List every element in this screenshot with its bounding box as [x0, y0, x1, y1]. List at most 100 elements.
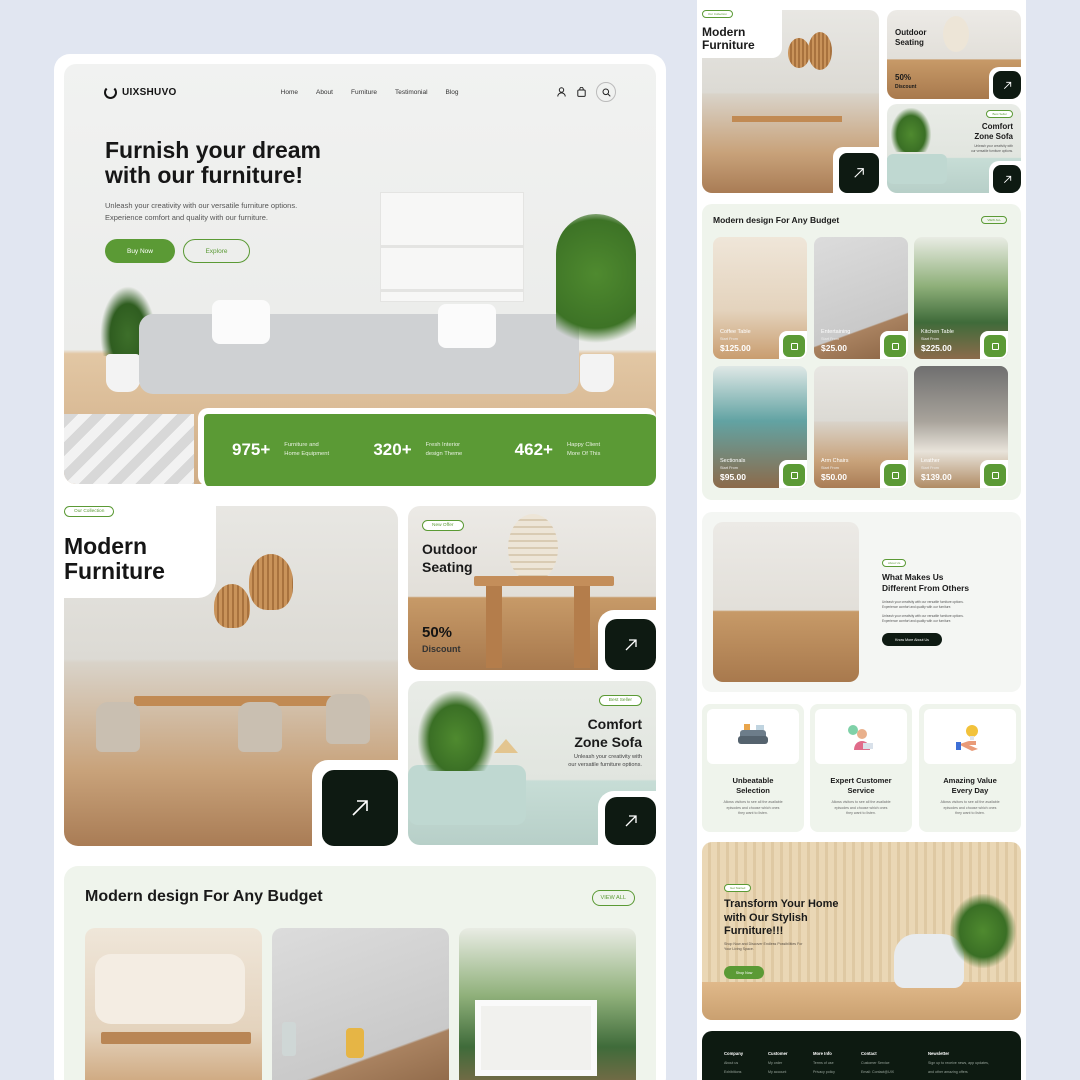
- discount-value: 50%: [422, 624, 453, 641]
- side-discount-label: Discount: [895, 84, 917, 90]
- product-from: Start From: [821, 466, 839, 470]
- side-comfort-subtitle: Unleash your creativity with our versati…: [971, 144, 1013, 153]
- arrow-up-right-icon: [625, 638, 637, 650]
- footer-link: Sign up to receive news, app updates,: [928, 1061, 989, 1065]
- footer-link[interactable]: Terms of use: [813, 1061, 835, 1065]
- arrow-button[interactable]: [605, 797, 656, 845]
- footer-link[interactable]: Customer Service: [861, 1061, 894, 1065]
- side-outdoor-title-line: Seating: [895, 37, 924, 47]
- nav-links: Home About Furniture Testimonial Blog: [281, 89, 459, 96]
- feature-text: Allows visitors to see all the available…: [723, 800, 783, 816]
- nav-link-home[interactable]: Home: [281, 89, 298, 96]
- card-notch: [880, 460, 908, 488]
- shop-now-button[interactable]: Shop Now: [724, 966, 764, 979]
- bag-icon: [991, 342, 999, 350]
- nav-link-testimonial[interactable]: Testimonial: [395, 89, 428, 96]
- side-view-all-button[interactable]: VIEW ALL: [981, 216, 1007, 224]
- user-icon[interactable]: [556, 87, 566, 97]
- budget-title: Modern design For Any Budget: [85, 888, 323, 905]
- add-to-cart-button[interactable]: [984, 464, 1006, 486]
- side-product-card[interactable]: Kitchen Table Start From $225.00: [914, 237, 1008, 359]
- stat-item: 462+ Happy Client More Of This: [515, 440, 656, 460]
- footer-link[interactable]: My account: [768, 1070, 788, 1074]
- comfort-title: Comfort Zone Sofa: [574, 715, 642, 751]
- side-comfort-card[interactable]: Best Seller Comfort Zone Sofa Unleash yo…: [887, 104, 1021, 193]
- view-all-button[interactable]: VIEW ALL: [591, 890, 635, 906]
- about-text: Unleash your creativity with our versati…: [882, 600, 964, 624]
- rug-image: [64, 414, 194, 484]
- chair-image: [326, 694, 370, 744]
- collection-title-line: Furniture: [64, 558, 165, 584]
- side-collection-title: Modern Furniture: [702, 26, 755, 52]
- footer-column: Contact Customer Service Email: Contact@…: [861, 1051, 894, 1074]
- feature-title: Amazing Value Every Day: [943, 776, 997, 795]
- window-image: [475, 1000, 597, 1076]
- nav-link-blog[interactable]: Blog: [446, 89, 459, 96]
- stat-label: Happy Client More Of This: [566, 442, 601, 457]
- add-to-cart-button[interactable]: [984, 335, 1006, 357]
- pendant-lamp-image: [788, 38, 810, 68]
- arrow-button[interactable]: [993, 71, 1021, 99]
- side-outdoor-card[interactable]: Outdoor Seating 50% Discount: [887, 10, 1021, 99]
- hero-subtitle-line: Experience comfort and quality with our …: [105, 213, 268, 222]
- side-product-card[interactable]: Leather Start From $139.00: [914, 366, 1008, 488]
- side-product-card[interactable]: Sectionals Start From $95.00: [713, 366, 807, 488]
- outdoor-seating-card[interactable]: New Offer Outdoor Seating 50% Discount: [408, 506, 656, 670]
- product-price: $225.00: [921, 343, 952, 353]
- bag-icon[interactable]: [576, 87, 586, 97]
- plant-pot-image: [106, 354, 140, 392]
- side-preview: Our Collection Modern Furniture Outdoor …: [697, 0, 1026, 1080]
- product-price: $25.00: [821, 343, 847, 353]
- pendant-lamp-image: [249, 554, 293, 610]
- arrow-button[interactable]: [993, 165, 1021, 193]
- add-to-cart-button[interactable]: [884, 335, 906, 357]
- search-button[interactable]: [596, 82, 616, 102]
- feature-text: Allows visitors to see all the available…: [831, 800, 891, 816]
- footer-link[interactable]: My order: [768, 1061, 788, 1065]
- know-more-button[interactable]: Know More About Us: [882, 633, 942, 646]
- add-to-cart-button[interactable]: [884, 464, 906, 486]
- bag-icon: [891, 471, 899, 479]
- comfort-subtitle: Unleash your creativity with our versati…: [568, 753, 642, 769]
- logo[interactable]: UIXSHUVO: [104, 85, 177, 99]
- footer-heading: More Info: [813, 1051, 832, 1056]
- product-card-kitchen-table[interactable]: [459, 928, 636, 1080]
- offer-tag: New Offer: [422, 520, 464, 531]
- cta-banner: Get Started Transform Your Home with Our…: [702, 842, 1021, 1020]
- nav-link-about[interactable]: About: [316, 89, 333, 96]
- footer-heading: Newsletter: [928, 1051, 950, 1056]
- arrow-button[interactable]: [322, 770, 398, 846]
- side-product-card[interactable]: Entertaining Start From $25.00: [814, 237, 908, 359]
- product-card-coffee-table[interactable]: [85, 928, 262, 1080]
- sofa-seat-image: [139, 314, 579, 394]
- sofa-image: [887, 154, 947, 184]
- plant-pot-image: [580, 354, 614, 392]
- arrow-button[interactable]: [605, 619, 656, 670]
- comfort-sofa-card[interactable]: Best Seller Comfort Zone Sofa Unleash yo…: [408, 681, 656, 845]
- nav-link-furniture[interactable]: Furniture: [351, 89, 377, 96]
- hero-title-line: Furnish your dream: [105, 137, 321, 163]
- cta-title: Transform Your Home with Our Stylish Fur…: [724, 898, 839, 939]
- stat-label: Fresh Interior design Theme: [425, 442, 463, 457]
- product-card-entertaining[interactable]: [272, 928, 449, 1080]
- footer-link[interactable]: Email: Contact@UIX: [861, 1070, 894, 1074]
- add-to-cart-button[interactable]: [783, 464, 805, 486]
- arrow-button[interactable]: [839, 153, 879, 193]
- side-product-card[interactable]: Arm Chairs Start From $50.00: [814, 366, 908, 488]
- product-from: Start From: [720, 466, 738, 470]
- product-from: Start From: [921, 466, 939, 470]
- hero-subtitle-line: Unleash your creativity with our versati…: [105, 201, 298, 210]
- footer-link[interactable]: Exhibitions: [724, 1070, 743, 1074]
- add-to-cart-button[interactable]: [783, 335, 805, 357]
- bench-leg-image: [574, 586, 590, 668]
- sofa-image: [95, 954, 245, 1024]
- footer-link[interactable]: Privacy policy: [813, 1070, 835, 1074]
- plant-image: [418, 691, 494, 771]
- buy-now-button[interactable]: Buy Now: [105, 239, 175, 263]
- stat-number: 320+: [373, 440, 412, 459]
- footer-link[interactable]: About us: [724, 1061, 743, 1065]
- side-product-card[interactable]: Coffee Table Start From $125.00: [713, 237, 807, 359]
- product-name: Arm Chairs: [821, 458, 849, 464]
- explore-button[interactable]: Explore: [183, 239, 250, 263]
- arrow-up-right-icon: [625, 815, 637, 827]
